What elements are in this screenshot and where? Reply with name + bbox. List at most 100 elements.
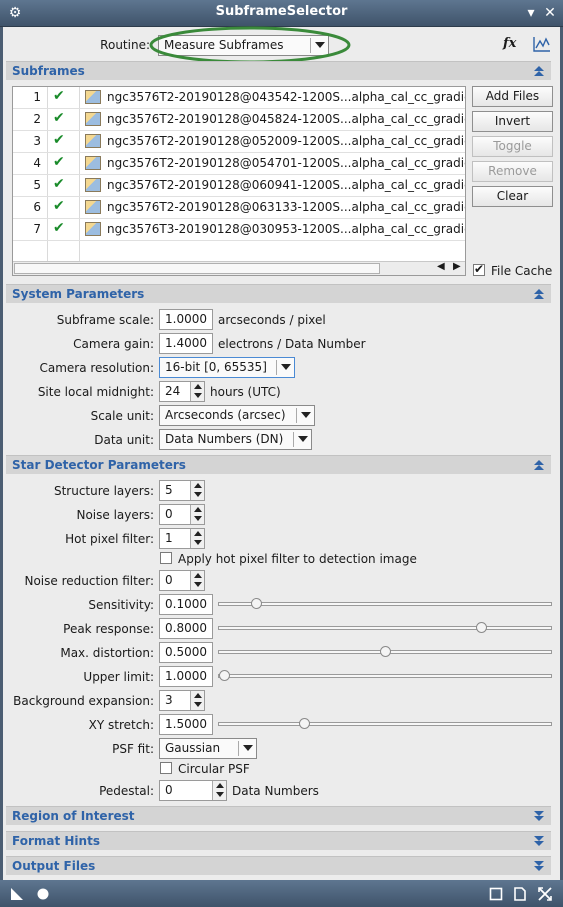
file-cache-checkbox[interactable]: ✔	[473, 262, 485, 276]
apply-hot-pixel-checkbox[interactable]	[160, 552, 172, 564]
slider-handle[interactable]	[219, 670, 230, 681]
spin-buttons[interactable]	[190, 505, 204, 524]
spin-down-icon[interactable]	[194, 393, 202, 398]
data-unit-select[interactable]: Data Numbers (DN)	[159, 429, 312, 450]
background-expansion-stepper[interactable]: 3	[159, 690, 205, 711]
new-instance-icon[interactable]	[10, 887, 24, 901]
checkmark-icon[interactable]: ✔	[53, 154, 65, 170]
noise-layers-stepper[interactable]: 0	[159, 504, 205, 525]
sensitivity-input[interactable]: 0.1000	[159, 594, 213, 615]
file-list[interactable]: 1 ✔ ngc3576T2-20190128@043542-1200S...al…	[12, 86, 466, 276]
max-distortion-slider[interactable]	[218, 646, 552, 657]
checkmark-icon[interactable]: ✔	[53, 220, 65, 236]
slider-handle[interactable]	[380, 646, 391, 657]
expand-icon[interactable]	[533, 810, 545, 822]
checkmark-icon[interactable]: ✔	[53, 176, 65, 192]
chart-icon[interactable]	[533, 36, 551, 52]
noise-reduction-stepper[interactable]: 0	[159, 570, 205, 591]
reset-icon[interactable]	[538, 887, 552, 901]
list-item[interactable]: 4 ✔ ngc3576T2-20190128@054701-1200S...al…	[13, 153, 465, 175]
checkmark-icon[interactable]: ✔	[53, 110, 65, 126]
xy-stretch-input[interactable]: 1.5000	[159, 714, 213, 735]
checkmark-icon[interactable]: ✔	[53, 132, 65, 148]
expand-icon[interactable]	[533, 835, 545, 847]
spin-down-icon[interactable]	[194, 492, 202, 497]
site-midnight-label: Site local midnight:	[37, 385, 154, 399]
close-icon[interactable]: ✕	[541, 4, 559, 22]
remove-button[interactable]: Remove	[472, 161, 553, 182]
section-star-detector[interactable]: Star Detector Parameters	[6, 455, 551, 474]
section-subframes[interactable]: Subframes	[6, 61, 551, 80]
fx-icon[interactable]: fx	[503, 36, 516, 51]
scroll-left-icon[interactable]: ◀	[437, 261, 445, 272]
spin-down-icon[interactable]	[194, 702, 202, 707]
spin-down-icon[interactable]	[194, 516, 202, 521]
spin-up-icon[interactable]	[216, 783, 224, 788]
invert-button[interactable]: Invert	[472, 111, 553, 132]
checkmark-icon[interactable]: ✔	[53, 88, 65, 104]
circular-psf-checkbox[interactable]	[160, 762, 172, 774]
peak-response-slider[interactable]	[218, 622, 552, 633]
upper-limit-slider[interactable]	[218, 670, 552, 681]
subframe-scale-input[interactable]: 1.0000	[159, 309, 213, 330]
spin-down-icon[interactable]	[216, 792, 224, 797]
psf-fit-select[interactable]: Gaussian	[159, 738, 257, 759]
horizontal-scrollbar[interactable]: ◀ ▶	[13, 261, 465, 275]
list-item[interactable]: 2 ✔ ngc3576T2-20190128@045824-1200S...al…	[13, 109, 465, 131]
spin-buttons[interactable]	[190, 481, 204, 500]
spin-up-icon[interactable]	[194, 573, 202, 578]
toggle-button[interactable]: Toggle	[472, 136, 553, 157]
section-system-parameters[interactable]: System Parameters	[6, 284, 551, 303]
scroll-right-icon[interactable]: ▶	[453, 261, 461, 272]
list-item[interactable]: 6 ✔ ngc3576T2-20190128@063133-1200S...al…	[13, 197, 465, 219]
add-files-button[interactable]: Add Files	[472, 86, 553, 107]
camera-resolution-select[interactable]: 16-bit [0, 65535]	[159, 357, 295, 378]
section-output-files[interactable]: Output Files	[6, 856, 551, 875]
slider-handle[interactable]	[251, 598, 262, 609]
section-region-of-interest[interactable]: Region of Interest	[6, 806, 551, 825]
clear-button[interactable]: Clear	[472, 186, 553, 207]
spin-buttons[interactable]	[190, 529, 204, 548]
structure-layers-stepper[interactable]: 5	[159, 480, 205, 501]
spin-buttons[interactable]	[190, 691, 204, 710]
spin-up-icon[interactable]	[194, 531, 202, 536]
spin-up-icon[interactable]	[194, 384, 202, 389]
shade-icon[interactable]: ▾	[522, 4, 540, 22]
spin-down-icon[interactable]	[194, 540, 202, 545]
sensitivity-slider[interactable]	[218, 598, 552, 609]
list-item[interactable]: 7 ✔ ngc3576T3-20190128@030953-1200S...al…	[13, 219, 465, 241]
spin-up-icon[interactable]	[194, 693, 202, 698]
spin-buttons[interactable]	[212, 781, 226, 800]
scrollbar-thumb[interactable]	[14, 263, 380, 274]
spin-buttons[interactable]	[190, 382, 204, 401]
preview-icon[interactable]	[489, 887, 503, 901]
list-item[interactable]: 5 ✔ ngc3576T2-20190128@060941-1200S...al…	[13, 175, 465, 197]
collapse-icon[interactable]	[533, 459, 545, 471]
checkmark-icon[interactable]: ✔	[53, 198, 65, 214]
row-index: 1	[33, 90, 41, 104]
xy-stretch-slider[interactable]	[218, 718, 552, 729]
spin-up-icon[interactable]	[194, 507, 202, 512]
scale-unit-select[interactable]: Arcseconds (arcsec)	[159, 405, 315, 426]
document-icon[interactable]	[513, 887, 527, 901]
list-item[interactable]: 3 ✔ ngc3576T2-20190128@052009-1200S...al…	[13, 131, 465, 153]
peak-response-input[interactable]: 0.8000	[159, 618, 213, 639]
collapse-icon[interactable]	[533, 288, 545, 300]
expand-icon[interactable]	[533, 860, 545, 872]
slider-handle[interactable]	[476, 622, 487, 633]
site-midnight-stepper[interactable]: 24	[159, 381, 205, 402]
upper-limit-input[interactable]: 1.0000	[159, 666, 213, 687]
max-distortion-input[interactable]: 0.5000	[159, 642, 213, 663]
hot-pixel-filter-stepper[interactable]: 1	[159, 528, 205, 549]
spin-up-icon[interactable]	[194, 483, 202, 488]
spin-down-icon[interactable]	[194, 582, 202, 587]
section-format-hints[interactable]: Format Hints	[6, 831, 551, 850]
camera-resolution-label: Camera resolution:	[39, 361, 154, 375]
collapse-icon[interactable]	[533, 65, 545, 77]
list-item[interactable]: 1 ✔ ngc3576T2-20190128@043542-1200S...al…	[13, 87, 465, 109]
spin-buttons[interactable]	[190, 571, 204, 590]
slider-handle[interactable]	[299, 718, 310, 729]
apply-global-icon[interactable]	[36, 887, 50, 901]
pedestal-stepper[interactable]: 0	[159, 780, 227, 801]
camera-gain-input[interactable]: 1.4000	[159, 333, 213, 354]
